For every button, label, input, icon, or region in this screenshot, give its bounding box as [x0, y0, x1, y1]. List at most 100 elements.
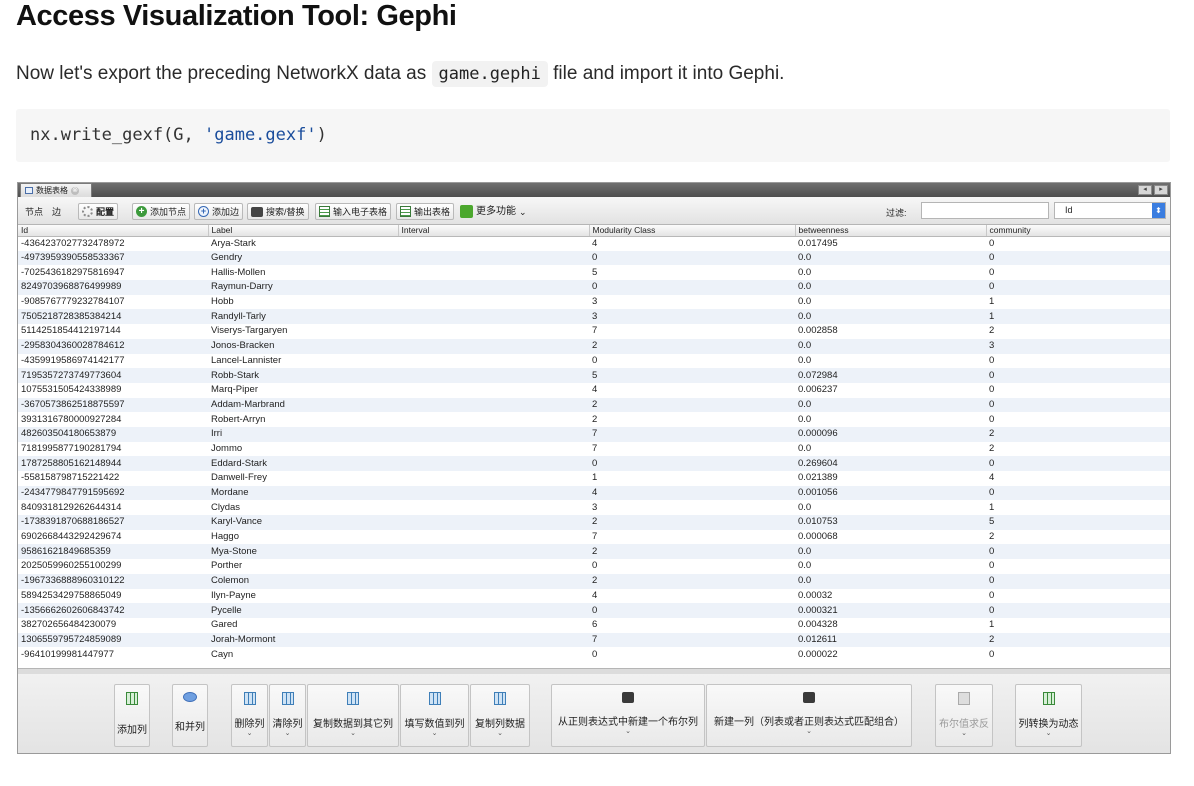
table-cell[interactable]	[398, 618, 589, 633]
table-cell[interactable]: 1	[986, 295, 1170, 310]
table-cell[interactable]	[398, 383, 589, 398]
table-cell[interactable]: Gared	[208, 618, 398, 633]
table-row[interactable]: 2025059960255100299 Porther 0 0.0 0	[18, 559, 1170, 574]
table-cell[interactable]	[398, 573, 589, 589]
table-row[interactable]: 7195357273749773604 Robb-Stark 5 0.072984 0	[18, 368, 1170, 383]
table-cell[interactable]: 5	[589, 265, 795, 280]
table-cell[interactable]: 0.002858	[795, 324, 986, 339]
tab-data-table[interactable]: 数据表格 ⊗	[20, 183, 92, 197]
table-cell[interactable]: Hobb	[208, 295, 398, 310]
regex-match-column-button[interactable]: 新建一列（列表或者正则表达式匹配组合） ⌄	[706, 684, 912, 747]
table-cell[interactable]: 0.010753	[795, 515, 986, 530]
table-cell[interactable]: 3931316780000927284	[18, 412, 208, 427]
table-cell[interactable]: 4	[589, 485, 795, 501]
table-cell[interactable]	[398, 603, 589, 618]
table-cell[interactable]: 0.0	[795, 442, 986, 457]
table-cell[interactable]: 482603504180653879	[18, 426, 208, 442]
table-cell[interactable]	[398, 632, 589, 648]
table-cell[interactable]: 0.000321	[795, 603, 986, 618]
table-cell[interactable]	[398, 397, 589, 413]
table-cell[interactable]	[398, 265, 589, 280]
table-cell[interactable]: -4359919586974142177	[18, 354, 208, 369]
table-cell[interactable]: 0.000022	[795, 647, 986, 662]
table-cell[interactable]	[398, 544, 589, 560]
table-cell[interactable]: 0.0	[795, 295, 986, 310]
table-cell[interactable]	[398, 485, 589, 501]
table-cell[interactable]: 2	[986, 530, 1170, 545]
column-header-community[interactable]: community	[986, 225, 1170, 237]
import-spreadsheet-button[interactable]: 输入电子表格	[315, 203, 392, 220]
table-cell[interactable]: Hallis-Mollen	[208, 265, 398, 280]
table-row[interactable]: 1306559795724859089 Jorah-Mormont 7 0.01261…	[18, 632, 1170, 648]
table-cell[interactable]: 4	[589, 236, 795, 251]
table-cell[interactable]: 0	[986, 236, 1170, 251]
table-cell[interactable]	[398, 338, 589, 354]
table-cell[interactable]: Clydas	[208, 500, 398, 515]
table-row[interactable]: 95861621849685359 Mya-Stone 2 0.0 0	[18, 544, 1170, 560]
table-cell[interactable]: Jorah-Mormont	[208, 632, 398, 648]
table-cell[interactable]: 1306559795724859089	[18, 632, 208, 648]
table-cell[interactable]: -2958304360028784612	[18, 338, 208, 354]
table-cell[interactable]: 0	[986, 559, 1170, 574]
table-cell[interactable]: 0.0	[795, 309, 986, 325]
table-cell[interactable]: 0.0	[795, 265, 986, 280]
table-cell[interactable]	[398, 500, 589, 515]
clear-column-button[interactable]: 清除列 ⌄	[269, 684, 306, 747]
table-cell[interactable]: -1738391870688186527	[18, 515, 208, 530]
table-cell[interactable]: 0	[986, 412, 1170, 427]
table-cell[interactable]: 2	[589, 397, 795, 413]
table-cell[interactable]: 0.0	[795, 573, 986, 589]
fill-values-button[interactable]: 填写数值到列 ⌄	[400, 684, 469, 747]
table-row[interactable]: 382702656484230079 Gared 6 0.004328 1	[18, 618, 1170, 633]
table-cell[interactable]: 0.012611	[795, 632, 986, 648]
table-cell[interactable]: Lancel-Lannister	[208, 354, 398, 369]
table-cell[interactable]: 7505218728385384214	[18, 309, 208, 325]
table-cell[interactable]: -7025436182975816947	[18, 265, 208, 280]
table-cell[interactable]: Eddard-Stark	[208, 456, 398, 471]
filter-input[interactable]	[921, 202, 1049, 219]
table-cell[interactable]	[398, 354, 589, 369]
table-cell[interactable]	[398, 471, 589, 486]
table-cell[interactable]: 3	[589, 309, 795, 325]
table-cell[interactable]: Jonos-Bracken	[208, 338, 398, 354]
table-cell[interactable]: 4	[589, 589, 795, 604]
table-cell[interactable]: -1356662602606843742	[18, 603, 208, 618]
table-cell[interactable]	[398, 426, 589, 442]
table-row[interactable]: -4359919586974142177 Lancel-Lannister 0 0.0…	[18, 354, 1170, 369]
table-cell[interactable]: Karyl-Vance	[208, 515, 398, 530]
table-cell[interactable]: Gendry	[208, 250, 398, 266]
more-actions-button[interactable]: 更多功能 ⌄	[457, 203, 530, 220]
table-row[interactable]: 8249703968876499989 Raymun-Darry 0 0.0 0	[18, 280, 1170, 295]
table-cell[interactable]: -558158798715221422	[18, 471, 208, 486]
table-cell[interactable]: 382702656484230079	[18, 618, 208, 633]
table-cell[interactable]: 1787258805162148944	[18, 456, 208, 471]
table-cell[interactable]: 0	[986, 544, 1170, 560]
add-column-button[interactable]: 添加列	[114, 684, 150, 747]
table-cell[interactable]: 7195357273749773604	[18, 368, 208, 383]
table-cell[interactable]: 2	[589, 515, 795, 530]
table-cell[interactable]	[398, 236, 589, 251]
table-row[interactable]: -1967336888960310122 Colemon 2 0.0 0	[18, 573, 1170, 589]
column-header-label[interactable]: Label	[208, 225, 399, 237]
table-cell[interactable]: 3	[589, 500, 795, 515]
table-cell[interactable]: -9085767779232784107	[18, 295, 208, 310]
table-cell[interactable]: Viserys-Targaryen	[208, 324, 398, 339]
table-cell[interactable]: 0.0	[795, 500, 986, 515]
table-row[interactable]: -7025436182975816947 Hallis-Mollen 5 0.0 0	[18, 265, 1170, 280]
table-cell[interactable]: 7	[589, 426, 795, 442]
table-row[interactable]: 5894253429758865049 Ilyn-Payne 4 0.00032 0	[18, 589, 1170, 604]
table-cell[interactable]: Haggo	[208, 530, 398, 545]
table-cell[interactable]	[398, 280, 589, 295]
table-cell[interactable]	[398, 412, 589, 427]
table-cell[interactable]: Arya-Stark	[208, 236, 398, 251]
nodes-tab[interactable]: 节点	[22, 203, 46, 220]
table-cell[interactable]: 2	[986, 632, 1170, 648]
table-cell[interactable]: 3	[589, 295, 795, 310]
table-cell[interactable]: 0	[986, 485, 1170, 501]
column-header-modularity-class[interactable]: Modularity Class	[589, 225, 796, 237]
table-cell[interactable]: 0.0	[795, 397, 986, 413]
table-cell[interactable]	[398, 368, 589, 383]
scroll-right-button[interactable]: ▸	[1154, 185, 1168, 195]
table-cell[interactable]: 0	[986, 280, 1170, 295]
table-row[interactable]: -4973959390558533367 Gendry 0 0.0 0	[18, 250, 1170, 266]
